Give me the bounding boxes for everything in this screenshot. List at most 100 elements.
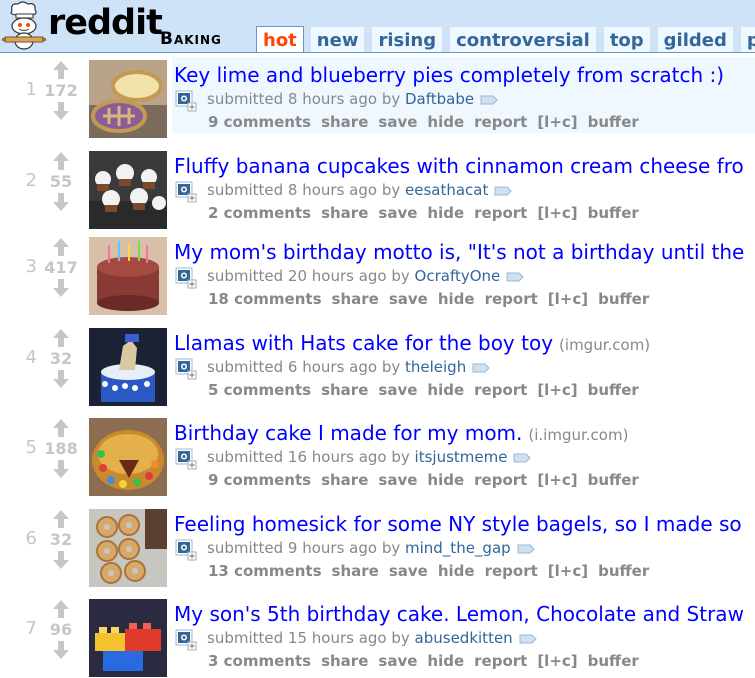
hide-button[interactable]: hide bbox=[438, 290, 475, 308]
hide-button[interactable]: hide bbox=[438, 562, 475, 580]
save-button[interactable]: save bbox=[378, 204, 417, 222]
share-button[interactable]: share bbox=[332, 290, 379, 308]
user-tag-icon[interactable] bbox=[506, 272, 524, 282]
report-button[interactable]: report bbox=[474, 652, 527, 670]
link-comments-button[interactable]: [l+c] bbox=[548, 562, 588, 580]
buffer-button[interactable]: buffer bbox=[588, 381, 639, 399]
share-button[interactable]: share bbox=[332, 562, 379, 580]
report-button[interactable]: report bbox=[474, 113, 527, 131]
downvote-arrow-icon[interactable] bbox=[52, 550, 70, 570]
author-link[interactable]: theleigh bbox=[405, 358, 466, 376]
downvote-arrow-icon[interactable] bbox=[52, 459, 70, 479]
link-comments-button[interactable]: [l+c] bbox=[537, 471, 577, 489]
report-button[interactable]: report bbox=[485, 562, 538, 580]
downvote-arrow-icon[interactable] bbox=[52, 640, 70, 660]
post-title-link[interactable]: Fluffy banana cupcakes with cinnamon cre… bbox=[174, 154, 744, 178]
hide-button[interactable]: hide bbox=[427, 113, 464, 131]
comments-link[interactable]: 5 comments bbox=[208, 381, 311, 399]
reddit-alien-logo-icon[interactable] bbox=[2, 1, 50, 51]
user-tag-icon[interactable] bbox=[517, 544, 535, 554]
report-button[interactable]: report bbox=[485, 290, 538, 308]
tab-rising[interactable]: rising bbox=[371, 26, 444, 52]
post-title-link[interactable]: My son's 5th birthday cake. Lemon, Choco… bbox=[174, 602, 744, 626]
upvote-arrow-icon[interactable] bbox=[52, 60, 70, 80]
upvote-arrow-icon[interactable] bbox=[52, 418, 70, 438]
upvote-arrow-icon[interactable] bbox=[52, 151, 70, 171]
comments-link[interactable]: 13 comments bbox=[208, 562, 322, 580]
tab-gilded[interactable]: gilded bbox=[656, 26, 734, 52]
tab-controversial[interactable]: controversial bbox=[449, 26, 597, 52]
user-tag-icon[interactable] bbox=[472, 363, 490, 373]
buffer-button[interactable]: buffer bbox=[598, 290, 649, 308]
hide-button[interactable]: hide bbox=[427, 471, 464, 489]
comments-link[interactable]: 9 comments bbox=[208, 113, 311, 131]
buffer-button[interactable]: buffer bbox=[598, 562, 649, 580]
link-comments-button[interactable]: [l+c] bbox=[537, 113, 577, 131]
link-comments-button[interactable]: [l+c] bbox=[537, 204, 577, 222]
author-link[interactable]: itsjustmeme bbox=[415, 448, 508, 466]
upvote-arrow-icon[interactable] bbox=[52, 328, 70, 348]
expand-image-icon[interactable] bbox=[175, 267, 197, 289]
save-button[interactable]: save bbox=[389, 290, 428, 308]
post-thumbnail[interactable] bbox=[89, 418, 167, 496]
post-title-link[interactable]: Llamas with Hats cake for the boy toy bbox=[174, 331, 553, 355]
expand-image-icon[interactable] bbox=[175, 539, 197, 561]
author-link[interactable]: OcraftyOne bbox=[415, 267, 501, 285]
user-tag-icon[interactable] bbox=[513, 453, 531, 463]
comments-link[interactable]: 9 comments bbox=[208, 471, 311, 489]
save-button[interactable]: save bbox=[378, 113, 417, 131]
post-thumbnail[interactable] bbox=[89, 237, 167, 315]
share-button[interactable]: share bbox=[321, 381, 368, 399]
buffer-button[interactable]: buffer bbox=[588, 113, 639, 131]
downvote-arrow-icon[interactable] bbox=[52, 192, 70, 212]
report-button[interactable]: report bbox=[474, 381, 527, 399]
upvote-arrow-icon[interactable] bbox=[52, 237, 70, 257]
share-button[interactable]: share bbox=[321, 113, 368, 131]
subreddit-name[interactable]: Baking bbox=[160, 29, 222, 49]
post-title-link[interactable]: My mom's birthday motto is, "It's not a … bbox=[174, 240, 744, 264]
comments-link[interactable]: 3 comments bbox=[208, 652, 311, 670]
user-tag-icon[interactable] bbox=[519, 634, 537, 644]
link-comments-button[interactable]: [l+c] bbox=[537, 381, 577, 399]
author-link[interactable]: abusedkitten bbox=[415, 629, 513, 647]
link-comments-button[interactable]: [l+c] bbox=[537, 652, 577, 670]
save-button[interactable]: save bbox=[378, 381, 417, 399]
post-title-link[interactable]: Birthday cake I made for my mom. bbox=[174, 421, 522, 445]
comments-link[interactable]: 2 comments bbox=[208, 204, 311, 222]
hide-button[interactable]: hide bbox=[427, 204, 464, 222]
author-link[interactable]: eesathacat bbox=[405, 181, 488, 199]
buffer-button[interactable]: buffer bbox=[588, 471, 639, 489]
user-tag-icon[interactable] bbox=[494, 186, 512, 196]
tab-promoted[interactable]: p bbox=[739, 26, 755, 52]
expand-image-icon[interactable] bbox=[175, 629, 197, 651]
link-comments-button[interactable]: [l+c] bbox=[548, 290, 588, 308]
report-button[interactable]: report bbox=[474, 471, 527, 489]
buffer-button[interactable]: buffer bbox=[588, 652, 639, 670]
tab-new[interactable]: new bbox=[309, 26, 366, 52]
post-thumbnail[interactable] bbox=[89, 509, 167, 587]
post-thumbnail[interactable] bbox=[89, 60, 167, 138]
post-domain[interactable]: (imgur.com) bbox=[559, 336, 650, 354]
tab-top[interactable]: top bbox=[602, 26, 651, 52]
tab-hot[interactable]: hot bbox=[256, 26, 304, 52]
expand-image-icon[interactable] bbox=[175, 448, 197, 470]
buffer-button[interactable]: buffer bbox=[588, 204, 639, 222]
post-thumbnail[interactable] bbox=[89, 151, 167, 229]
hide-button[interactable]: hide bbox=[427, 381, 464, 399]
reddit-wordmark[interactable]: reddit bbox=[48, 2, 163, 44]
share-button[interactable]: share bbox=[321, 204, 368, 222]
comments-link[interactable]: 18 comments bbox=[208, 290, 322, 308]
post-title-link[interactable]: Key lime and blueberry pies completely f… bbox=[174, 63, 724, 87]
upvote-arrow-icon[interactable] bbox=[52, 509, 70, 529]
author-link[interactable]: mind_the_gap bbox=[405, 539, 511, 557]
expand-image-icon[interactable] bbox=[175, 90, 197, 112]
save-button[interactable]: save bbox=[389, 562, 428, 580]
post-domain[interactable]: (i.imgur.com) bbox=[528, 426, 628, 444]
expand-image-icon[interactable] bbox=[175, 181, 197, 203]
save-button[interactable]: save bbox=[378, 652, 417, 670]
share-button[interactable]: share bbox=[321, 471, 368, 489]
downvote-arrow-icon[interactable] bbox=[52, 369, 70, 389]
save-button[interactable]: save bbox=[378, 471, 417, 489]
downvote-arrow-icon[interactable] bbox=[52, 101, 70, 121]
post-thumbnail[interactable] bbox=[89, 599, 167, 677]
